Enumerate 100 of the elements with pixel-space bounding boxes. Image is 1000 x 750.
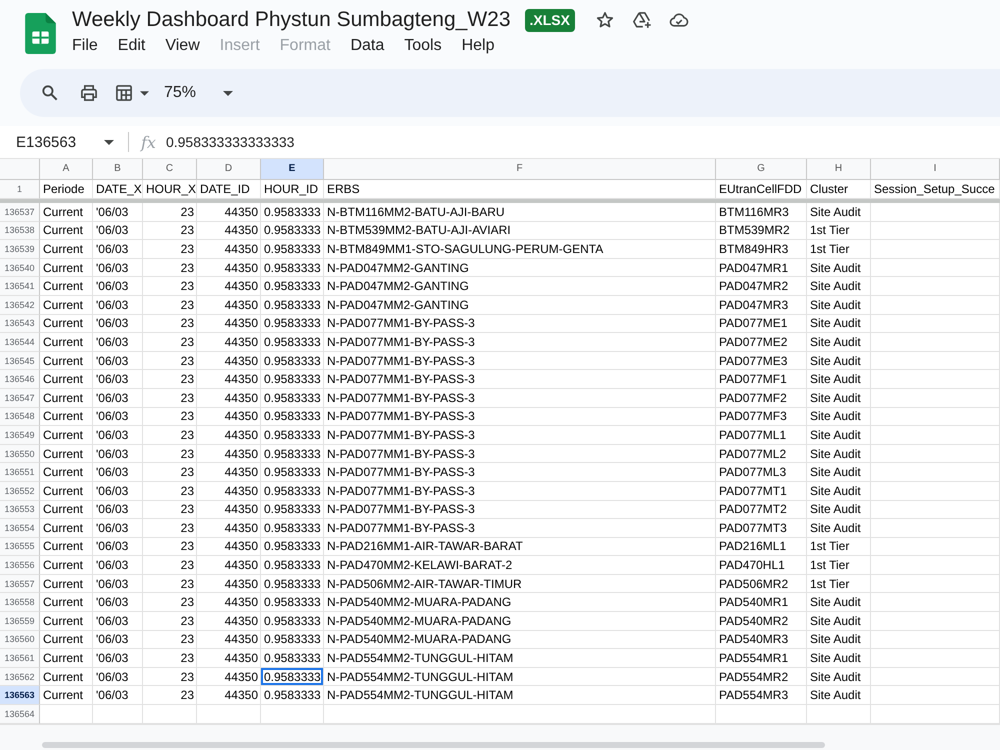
table-cell: '06/03 [93, 630, 143, 650]
table-cell: 23 [143, 240, 197, 259]
table-cell: 44350 [197, 482, 261, 500]
row-header[interactable]: 136538 [0, 222, 40, 240]
table-cell: PAD077MF2 [716, 388, 807, 408]
row-header[interactable]: 136558 [0, 593, 40, 612]
table-cell: '06/03 [93, 222, 143, 240]
document-title[interactable]: Weekly Dashboard Phystun Sumbagteng_W23 [72, 7, 511, 33]
table-cell: 1st Tier [807, 240, 871, 259]
row-header[interactable]: 136539 [0, 240, 40, 259]
table-cell: PAD540MR2 [716, 612, 807, 631]
row-header[interactable]: 136548 [0, 408, 40, 426]
menu-item[interactable]: Data [350, 35, 384, 57]
table-cell: Current [40, 388, 93, 408]
star-icon[interactable] [595, 10, 615, 30]
row-header[interactable]: 136561 [0, 649, 40, 668]
menu-item[interactable]: Tools [404, 35, 442, 57]
table-cell: BTM539MR2 [716, 222, 807, 240]
name-box[interactable]: E136563 [0, 134, 114, 150]
caret-icon[interactable] [104, 140, 114, 144]
row-header[interactable]: 136553 [0, 500, 40, 520]
row-header[interactable]: 136559 [0, 612, 40, 631]
row-header[interactable]: 136563 [0, 686, 40, 706]
row-header[interactable]: 136547 [0, 388, 40, 408]
row-header[interactable]: 136552 [0, 482, 40, 500]
table-cell: 23 [143, 222, 197, 240]
row-header[interactable]: 136541 [0, 277, 40, 296]
table-cell: '06/03 [93, 519, 143, 538]
table-cell: 23 [143, 519, 197, 538]
table-cell: N-PAD047MM2-GANTING [324, 296, 716, 315]
table-cell: Site Audit [807, 668, 871, 686]
table-cell: 23 [143, 277, 197, 296]
column-header[interactable]: C [143, 159, 197, 180]
table-cell: 44350 [197, 649, 261, 668]
search-icon[interactable] [40, 83, 60, 103]
table-cell: Site Audit [807, 463, 871, 482]
table-icon[interactable] [114, 83, 134, 103]
row-header[interactable]: 136562 [0, 668, 40, 686]
column-header[interactable]: G [716, 159, 807, 180]
table-cell: N-PAD077MM1-BY-PASS-3 [324, 519, 716, 538]
row-header[interactable]: 136560 [0, 630, 40, 650]
row-header[interactable]: 136549 [0, 426, 40, 445]
table-cell: PAD540MR1 [716, 593, 807, 612]
drive-add-icon[interactable] [632, 10, 652, 30]
column-header[interactable]: D [197, 159, 261, 180]
row-header[interactable]: 136557 [0, 574, 40, 594]
table-cell: 44350 [197, 686, 261, 706]
table-cell: 0.9583333 [261, 314, 324, 334]
table-cell: Site Audit [807, 370, 871, 389]
row-header[interactable]: 136556 [0, 556, 40, 575]
menu-item[interactable]: File [72, 35, 98, 57]
table-cell: N-PAD077MM1-BY-PASS-3 [324, 444, 716, 464]
table-cell: Current [40, 222, 93, 240]
column-header[interactable]: A [40, 159, 93, 180]
row-header[interactable]: 136542 [0, 296, 40, 315]
row-header[interactable]: 136554 [0, 519, 40, 538]
column-header[interactable]: I [871, 159, 1000, 180]
zoom-select[interactable]: 75% [164, 80, 234, 106]
row-header[interactable]: 136555 [0, 538, 40, 556]
column-header[interactable]: F [324, 159, 716, 180]
print-icon[interactable] [79, 83, 99, 103]
table-cell: N-PAD554MM2-TUNGGUL-HITAM [324, 686, 716, 706]
row-header[interactable]: 136564 [0, 705, 40, 724]
row-header[interactable]: 1 [0, 180, 40, 199]
table-cell: Site Audit [807, 630, 871, 650]
table-cell: N-BTM539MM2-BATU-AJI-AVIARI [324, 222, 716, 240]
table-cell: 23 [143, 408, 197, 426]
sheets-logo-icon[interactable] [25, 13, 56, 54]
row-header[interactable]: 136550 [0, 444, 40, 464]
row-header[interactable]: 136551 [0, 463, 40, 482]
horizontal-scrollbar[interactable] [42, 742, 825, 748]
table-cell: Site Audit [807, 314, 871, 334]
row-header[interactable]: 136540 [0, 258, 40, 278]
row-header[interactable]: 136545 [0, 352, 40, 370]
table-cell: N-BTM849MM1-STO-SAGULUNG-PERUM-GENTA [324, 240, 716, 259]
column-header[interactable]: B [93, 159, 143, 180]
menu-item[interactable]: View [165, 35, 200, 57]
menu-item[interactable]: Edit [118, 35, 146, 57]
table-cell: Site Audit [807, 333, 871, 352]
column-header[interactable]: E [261, 159, 324, 180]
table-cell: '06/03 [93, 296, 143, 315]
table-cell: PAD077ML3 [716, 463, 807, 482]
menu-item[interactable]: Help [462, 35, 494, 57]
caret-icon[interactable] [223, 90, 234, 96]
column-header[interactable]: H [807, 159, 871, 180]
row-header[interactable]: 136546 [0, 370, 40, 389]
table-cell: '06/03 [93, 258, 143, 278]
table-cell: N-PAD540MM2-MUARA-PADANG [324, 593, 716, 612]
table-cell: '06/03 [93, 426, 143, 445]
table-cell: N-PAD540MM2-MUARA-PADANG [324, 630, 716, 650]
table-cell: PAD077MT3 [716, 519, 807, 538]
row-header[interactable]: 136543 [0, 314, 40, 334]
table-cell: N-PAD216MM1-AIR-TAWAR-BARAT [324, 538, 716, 556]
table-cell: Site Audit [807, 649, 871, 668]
row-header[interactable]: 136544 [0, 333, 40, 352]
table-cell: N-PAD077MM1-BY-PASS-3 [324, 370, 716, 389]
caret-icon[interactable] [140, 90, 149, 96]
row-header[interactable]: 136537 [0, 203, 40, 222]
formula-input[interactable]: 0.958333333333333 [166, 132, 1000, 152]
table-cell: 0.9583333 [261, 222, 324, 240]
